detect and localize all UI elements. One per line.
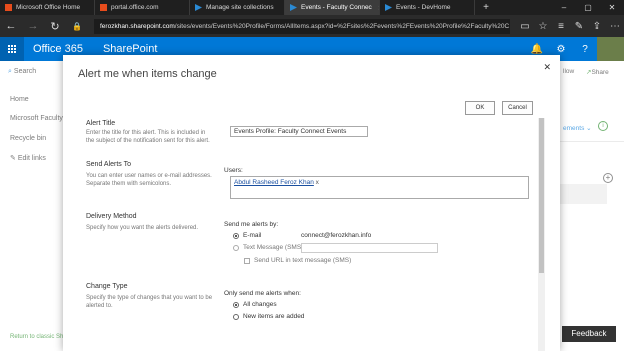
scrollbar-thumb[interactable] <box>539 118 544 273</box>
lock-icon: 🔒 <box>72 21 82 31</box>
url-path: /sites/events/Events%20Profile/Forms/All… <box>174 22 510 30</box>
gear-icon[interactable]: ⚙ <box>549 44 573 55</box>
alert-title-description: Enter the title for this alert. This is … <box>86 130 210 144</box>
favorites-hub-icon[interactable]: ≡ <box>552 21 570 32</box>
email-address-value: connect@ferozkhan.info <box>301 232 372 239</box>
back-arrow-icon[interactable]: ← <box>0 20 22 32</box>
email-radio[interactable] <box>233 233 239 239</box>
change-type-description: Specify the type of changes that you wan… <box>86 295 213 309</box>
only-send-label: Only send me alerts when: <box>224 290 301 297</box>
sharepoint-favicon-icon <box>290 4 297 11</box>
all-changes-label: All changes <box>243 301 277 308</box>
avatar[interactable] <box>597 37 624 61</box>
window-controls: – ▢ ✕ <box>552 0 624 15</box>
notes-pen-icon[interactable]: ✎ <box>570 21 588 32</box>
new-items-radio[interactable] <box>233 314 239 320</box>
send-url-label: Send URL in text message (SMS) <box>254 257 352 264</box>
sharepoint-favicon-icon <box>385 4 392 11</box>
send-alerts-to-heading: Send Alerts To <box>86 161 132 168</box>
delivery-method-description: Specify how you want the alerts delivere… <box>86 225 199 231</box>
new-items-label: New items are added <box>243 313 305 320</box>
send-url-checkbox[interactable] <box>244 258 250 264</box>
sharepoint-app-title[interactable]: SharePoint <box>103 43 157 55</box>
tab-manage-site-collections[interactable]: Manage site collections <box>190 0 285 15</box>
app-launcher-icon[interactable] <box>0 37 24 61</box>
sms-label: Text Message (SMS) <box>243 244 304 251</box>
browser-tab-bar: Microsoft Office Home portal.office.com … <box>0 0 624 15</box>
ok-button[interactable]: OK <box>465 101 495 115</box>
email-label: E-mail <box>243 232 262 239</box>
refresh-icon[interactable]: ↻ <box>44 20 66 33</box>
close-window-icon[interactable]: ✕ <box>600 0 624 15</box>
send-alerts-to-description: You can enter user names or e-mail addre… <box>86 173 212 187</box>
change-type-heading: Change Type <box>86 283 128 290</box>
office-favicon-icon <box>100 4 107 11</box>
remove-user-icon[interactable]: x <box>316 179 319 186</box>
delivery-method-heading: Delivery Method <box>86 213 137 220</box>
reading-view-icon[interactable]: ▭ <box>516 21 534 32</box>
alert-title-input[interactable]: Events Profile: Faculty Connect Events <box>230 126 368 137</box>
alert-dialog: Alert me when items change ✕ OK Cancel A… <box>63 55 560 351</box>
notification-bell-icon[interactable]: 🔔 <box>525 44 549 55</box>
favorite-star-icon[interactable]: ☆ <box>534 21 552 32</box>
minimize-icon[interactable]: – <box>552 0 576 15</box>
close-icon[interactable]: ✕ <box>543 62 551 73</box>
dialog-title: Alert me when items change <box>78 68 217 80</box>
alert-title-heading: Alert Title <box>86 120 116 127</box>
user-chip[interactable]: Abdul Rasheed Feroz Khan <box>234 179 314 186</box>
url-domain: ferozkhan.sharepoint.com <box>100 22 175 30</box>
new-tab-button[interactable]: + <box>475 0 497 15</box>
office-favicon-icon <box>5 4 12 11</box>
maximize-icon[interactable]: ▢ <box>576 0 600 15</box>
tab-portal[interactable]: portal.office.com <box>95 0 190 15</box>
url-field[interactable]: ferozkhan.sharepoint.com/sites/events/Ev… <box>94 18 510 34</box>
sharepoint-favicon-icon <box>195 4 202 11</box>
browser-toolbar: ▭ ☆ ≡ ✎ ⇪ ⋯ <box>516 21 624 32</box>
send-by-label: Send me alerts by: <box>224 221 279 228</box>
tab-office-home[interactable]: Microsoft Office Home <box>0 0 95 15</box>
tab-events-devhome[interactable]: Events - DevHome <box>380 0 475 15</box>
close-tab-icon[interactable]: ✕ <box>372 4 379 12</box>
help-icon[interactable]: ? <box>573 44 597 55</box>
more-menu-icon[interactable]: ⋯ <box>606 21 624 32</box>
sms-number-input[interactable] <box>301 243 438 253</box>
share-icon[interactable]: ⇪ <box>588 21 606 32</box>
cancel-button[interactable]: Cancel <box>502 101 533 115</box>
users-label: Users: <box>224 167 243 174</box>
address-bar-row: ← → ↻ 🔒 ferozkhan.sharepoint.com/sites/e… <box>0 15 624 37</box>
tab-events-faculty-connect[interactable]: Events - Faculty Connec ✕ <box>285 0 380 15</box>
office365-brand[interactable]: Office 365 <box>33 43 83 55</box>
forward-arrow-icon[interactable]: → <box>22 20 44 32</box>
sms-radio[interactable] <box>233 245 239 251</box>
feedback-button[interactable]: Feedback <box>562 326 616 342</box>
all-changes-radio[interactable] <box>233 302 239 308</box>
users-people-picker[interactable]: Abdul Rasheed Feroz Khan x <box>230 176 529 199</box>
